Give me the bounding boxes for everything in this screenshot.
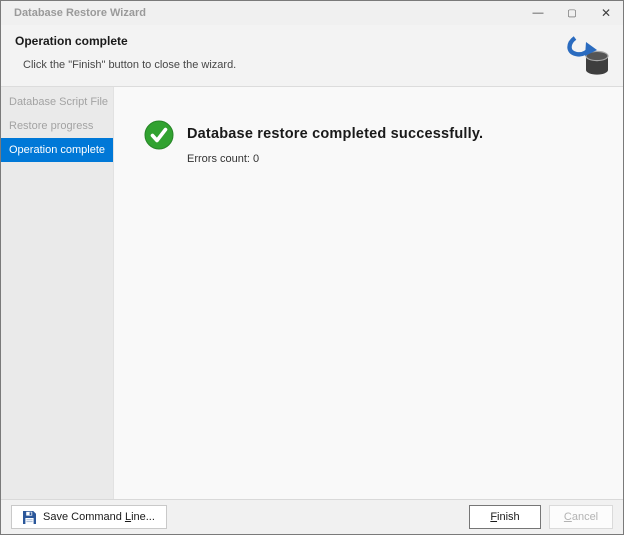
window-controls: — ▢ ✕ [521, 1, 623, 25]
wizard-content: Database restore completed successfully.… [114, 87, 623, 499]
wizard-header: Operation complete Click the "Finish" bu… [1, 25, 623, 87]
status-message: Database restore completed successfully. [187, 126, 484, 142]
wizard-steps-sidebar: Database Script File Restore progress Op… [1, 87, 114, 499]
sidebar-item-restore-progress[interactable]: Restore progress [1, 114, 113, 138]
wizard-body: Database Script File Restore progress Op… [1, 87, 623, 499]
status-row: Database restore completed successfully.… [114, 87, 623, 165]
database-restore-icon [564, 34, 610, 80]
sidebar-item-operation-complete[interactable]: Operation complete [1, 138, 113, 162]
minimize-button[interactable]: — [521, 1, 555, 25]
sidebar-item-database-script-file[interactable]: Database Script File [1, 90, 113, 114]
errors-count-label: Errors count: 0 [187, 153, 260, 165]
page-title: Operation complete [15, 34, 128, 48]
maximize-button[interactable]: ▢ [555, 1, 589, 25]
save-command-line-button[interactable]: Save Command Line... [11, 505, 167, 529]
save-icon [23, 510, 36, 524]
close-button[interactable]: ✕ [589, 1, 623, 25]
footer-right-buttons: Finish Cancel [469, 505, 613, 529]
cancel-button[interactable]: Cancel [549, 505, 613, 529]
window-title: Database Restore Wizard [14, 7, 146, 19]
footer-bar: Save Command Line... Finish Cancel [1, 499, 623, 534]
status-text-block: Database restore completed successfully.… [187, 120, 483, 165]
finish-button[interactable]: Finish [469, 505, 541, 529]
save-command-line-label: Save Command Line... [43, 511, 155, 523]
database-restore-wizard-window: Database Restore Wizard — ▢ ✕ Operation … [0, 0, 624, 535]
success-check-icon [144, 120, 174, 150]
title-bar: Database Restore Wizard — ▢ ✕ [1, 1, 623, 25]
page-subtitle: Click the "Finish" button to close the w… [23, 59, 237, 71]
